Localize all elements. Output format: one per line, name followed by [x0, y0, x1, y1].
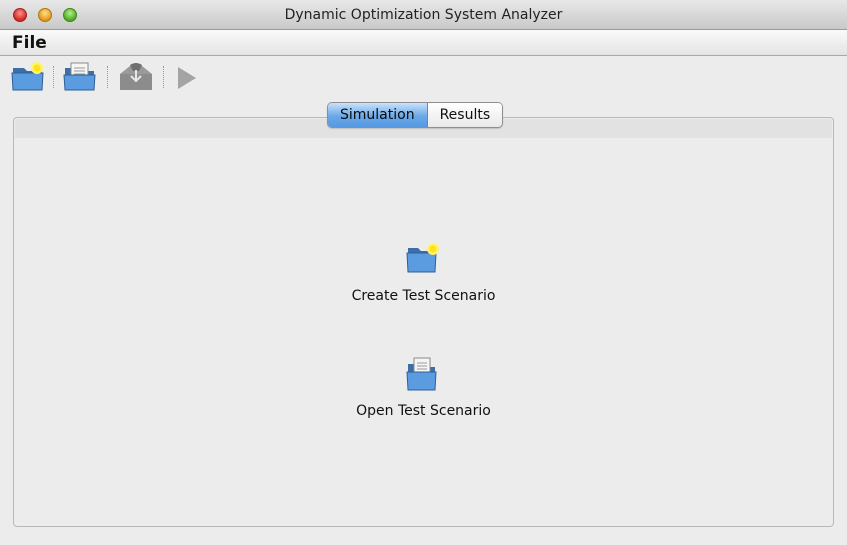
menu-bar: File [0, 30, 847, 56]
run-simulation-button[interactable] [172, 60, 208, 94]
create-scenario-icon-button[interactable] [403, 240, 443, 280]
play-icon [178, 67, 196, 89]
tab-results[interactable]: Results [427, 103, 503, 127]
open-scenario-button[interactable] [62, 60, 98, 94]
save-button[interactable] [116, 60, 152, 94]
open-scenario-icon-button[interactable] [403, 355, 443, 395]
new-folder-icon [11, 62, 44, 91]
open-test-scenario-link[interactable]: Open Test Scenario [0, 403, 847, 419]
toolbar-separator [107, 66, 109, 88]
new-scenario-button[interactable] [10, 60, 46, 94]
title-bar: Dynamic Optimization System Analyzer [0, 0, 847, 30]
toolbar-separator [163, 66, 165, 88]
open-folder-icon [63, 62, 96, 91]
save-icon [120, 63, 152, 90]
create-test-scenario-link[interactable]: Create Test Scenario [0, 288, 847, 304]
menu-file[interactable]: File [12, 33, 47, 53]
toolbar-separator [53, 66, 55, 88]
new-folder-icon [406, 243, 439, 273]
tab-simulation[interactable]: Simulation [328, 103, 428, 127]
tab-bar: Simulation Results [327, 102, 504, 128]
open-folder-icon [406, 357, 437, 391]
window-title: Dynamic Optimization System Analyzer [284, 7, 563, 23]
toolbar [0, 56, 847, 98]
simulation-panel [13, 117, 834, 527]
